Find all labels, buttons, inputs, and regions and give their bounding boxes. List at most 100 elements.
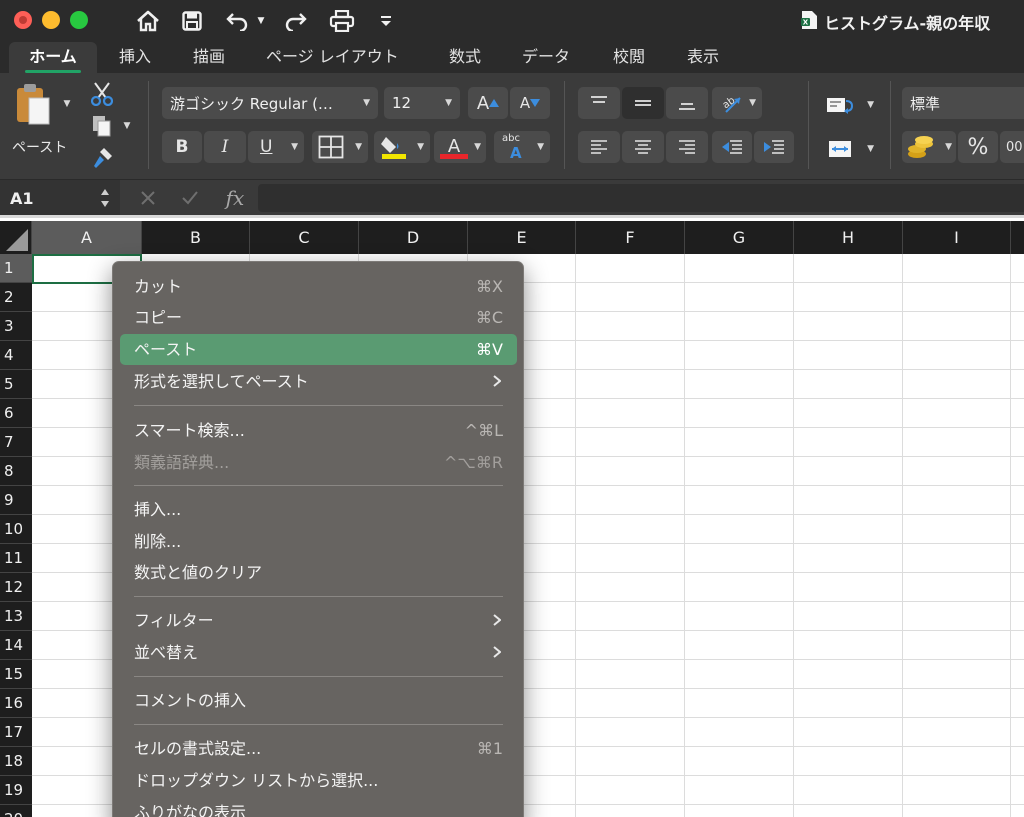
- print-icon[interactable]: [328, 6, 356, 36]
- cancel-entry-icon[interactable]: [136, 184, 160, 212]
- customize-toolbar-icon[interactable]: [376, 6, 396, 36]
- insert-function-button[interactable]: fx: [220, 184, 250, 212]
- menu-item-filter[interactable]: フィルター: [120, 605, 517, 636]
- save-icon[interactable]: [180, 6, 204, 36]
- decrease-font-size-button[interactable]: A: [510, 87, 550, 119]
- row-header-16[interactable]: 16: [0, 689, 32, 718]
- format-painter-icon[interactable]: [88, 145, 116, 171]
- redo-icon[interactable]: [282, 6, 310, 36]
- column-header-e[interactable]: E: [468, 221, 576, 254]
- menu-item-insert[interactable]: 挿入...: [120, 494, 517, 525]
- underline-button[interactable]: U ▼: [248, 131, 304, 163]
- italic-button[interactable]: I: [204, 131, 246, 163]
- bold-button[interactable]: B: [162, 131, 202, 163]
- tab-home[interactable]: ホーム: [9, 42, 97, 73]
- font-color-button[interactable]: A ▼: [434, 131, 486, 163]
- column-header-i[interactable]: I: [903, 221, 1011, 254]
- confirm-entry-icon[interactable]: [178, 184, 202, 212]
- column-header-d[interactable]: D: [359, 221, 468, 254]
- row-header-11[interactable]: 11: [0, 544, 32, 573]
- fill-color-button[interactable]: ▼: [374, 131, 430, 163]
- row-header-4[interactable]: 4: [0, 341, 32, 370]
- align-bottom-button[interactable]: [666, 87, 708, 119]
- tab-review[interactable]: 校閲: [613, 42, 645, 73]
- menu-item-sort[interactable]: 並べ替え: [120, 637, 517, 668]
- orientation-button[interactable]: ab ▼: [712, 87, 762, 119]
- row-header-20[interactable]: 20: [0, 805, 32, 817]
- row-header-2[interactable]: 2: [0, 283, 32, 312]
- row-header-15[interactable]: 15: [0, 660, 32, 689]
- row-header-13[interactable]: 13: [0, 602, 32, 631]
- formula-input[interactable]: [258, 184, 1024, 212]
- align-top-button[interactable]: [578, 87, 620, 119]
- increase-indent-button[interactable]: [754, 131, 794, 163]
- home-icon[interactable]: [134, 6, 162, 36]
- column-header-f[interactable]: F: [576, 221, 685, 254]
- menu-item-delete[interactable]: 削除...: [120, 526, 517, 557]
- copy-dropdown-icon[interactable]: ▼: [121, 119, 133, 133]
- row-header-17[interactable]: 17: [0, 718, 32, 747]
- zoom-window-button[interactable]: [70, 11, 88, 29]
- cut-icon[interactable]: [88, 81, 116, 107]
- decrease-indent-button[interactable]: [712, 131, 752, 163]
- menu-item-cut[interactable]: カット ⌘X: [120, 271, 517, 302]
- menu-item-pick-from-dropdown[interactable]: ドロップダウン リストから選択...: [120, 765, 517, 796]
- row-header-12[interactable]: 12: [0, 573, 32, 602]
- tab-formulas[interactable]: 数式: [449, 42, 481, 73]
- font-size-select[interactable]: 12 ▼: [384, 87, 460, 119]
- select-all-button[interactable]: [0, 221, 32, 254]
- menu-item-format-cells[interactable]: セルの書式設定... ⌘1: [120, 733, 517, 764]
- row-header-5[interactable]: 5: [0, 370, 32, 399]
- tab-data[interactable]: データ: [522, 42, 570, 73]
- row-header-19[interactable]: 19: [0, 776, 32, 805]
- menu-item-smart-lookup[interactable]: スマート検索... ^⌘L: [120, 415, 517, 446]
- tab-view[interactable]: 表示: [687, 42, 719, 73]
- name-box[interactable]: A1: [0, 180, 120, 216]
- column-header-a[interactable]: A: [32, 221, 142, 254]
- row-header-10[interactable]: 10: [0, 515, 32, 544]
- comma-style-button[interactable]: 00: [1000, 131, 1024, 163]
- increase-font-size-button[interactable]: A: [468, 87, 508, 119]
- row-header-3[interactable]: 3: [0, 312, 32, 341]
- column-header-j-partial[interactable]: [1011, 221, 1024, 254]
- row-header-14[interactable]: 14: [0, 631, 32, 660]
- row-header-7[interactable]: 7: [0, 428, 32, 457]
- menu-item-insert-comment[interactable]: コメントの挿入: [120, 685, 517, 716]
- row-header-18[interactable]: 18: [0, 747, 32, 776]
- menu-item-clear-contents[interactable]: 数式と値のクリア: [120, 557, 517, 588]
- align-center-button[interactable]: [622, 131, 664, 163]
- copy-icon[interactable]: [88, 113, 116, 139]
- close-window-button[interactable]: [14, 11, 32, 29]
- align-left-button[interactable]: [578, 131, 620, 163]
- align-middle-button[interactable]: [622, 87, 664, 119]
- phonetic-button[interactable]: abc A ▼: [494, 131, 550, 163]
- undo-icon[interactable]: [222, 6, 252, 36]
- paste-button[interactable]: [14, 81, 54, 133]
- row-header-6[interactable]: 6: [0, 399, 32, 428]
- tab-page-layout[interactable]: ページ レイアウト: [266, 42, 399, 73]
- minimize-window-button[interactable]: [42, 11, 60, 29]
- tab-draw[interactable]: 描画: [193, 42, 225, 73]
- merge-center-button[interactable]: ▼: [826, 135, 876, 163]
- menu-item-show-phonetic[interactable]: ふりがなの表示: [120, 797, 517, 817]
- column-header-c[interactable]: C: [250, 221, 359, 254]
- borders-button[interactable]: ▼: [312, 131, 368, 163]
- number-format-select[interactable]: 標準: [902, 87, 1024, 119]
- column-header-h[interactable]: H: [794, 221, 903, 254]
- column-header-b[interactable]: B: [142, 221, 250, 254]
- accounting-format-button[interactable]: ▼: [902, 131, 956, 163]
- row-header-9[interactable]: 9: [0, 486, 32, 515]
- tab-insert[interactable]: 挿入: [119, 42, 151, 73]
- menu-item-copy[interactable]: コピー ⌘C: [120, 302, 517, 333]
- wrap-text-button[interactable]: ▼: [826, 91, 876, 119]
- paste-dropdown-icon[interactable]: ▼: [60, 97, 74, 111]
- name-box-stepper-icon[interactable]: [100, 187, 110, 209]
- font-name-select[interactable]: 游ゴシック Regular (… ▼: [162, 87, 378, 119]
- undo-dropdown-icon[interactable]: ▼: [255, 6, 267, 36]
- percent-style-button[interactable]: %: [958, 131, 998, 163]
- row-header-1[interactable]: 1: [0, 254, 32, 283]
- menu-item-paste-special[interactable]: 形式を選択してペースト: [120, 366, 517, 397]
- menu-item-paste[interactable]: ペースト ⌘V: [120, 334, 517, 365]
- align-right-button[interactable]: [666, 131, 708, 163]
- row-header-8[interactable]: 8: [0, 457, 32, 486]
